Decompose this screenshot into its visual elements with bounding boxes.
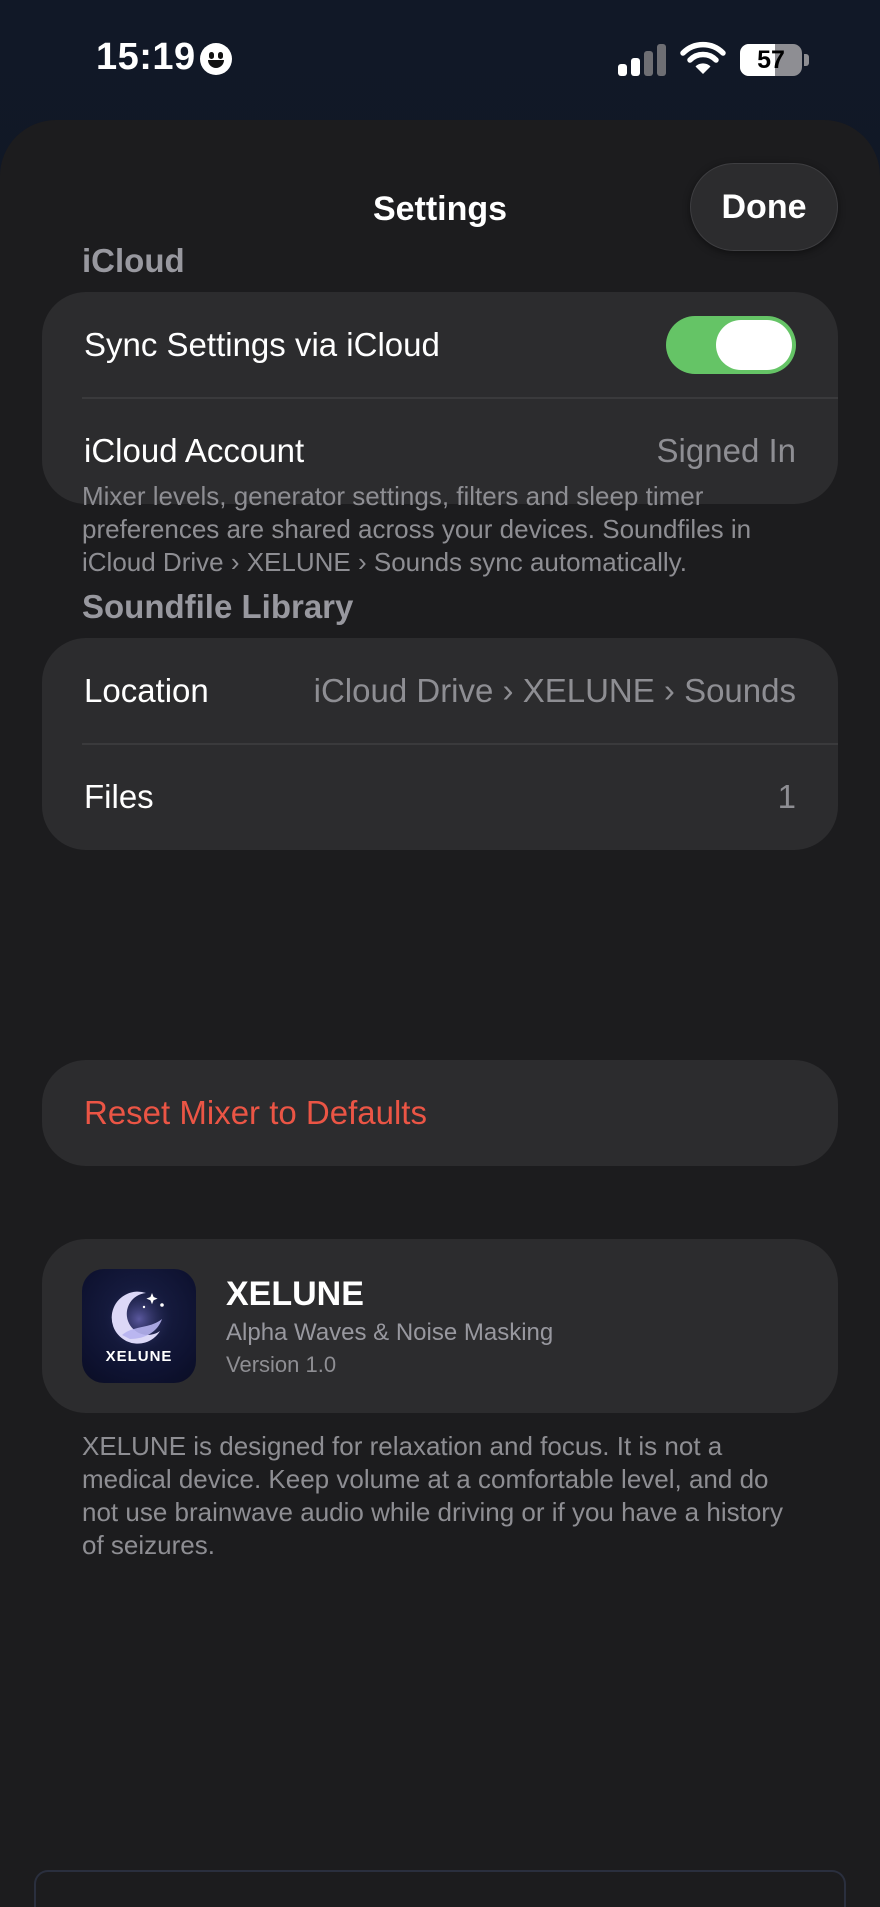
reset-mixer-button[interactable]: Reset Mixer to Defaults — [42, 1060, 838, 1166]
battery-percent: 57 — [757, 46, 785, 74]
done-button[interactable]: Done — [690, 163, 838, 251]
section-header-library: Soundfile Library — [82, 588, 354, 625]
battery-icon: 57 — [740, 44, 802, 76]
cellular-signal-icon — [618, 44, 666, 76]
settings-sheet: Settings Done iCloud Sync Settings via i… — [0, 120, 880, 1907]
moon-wave-app-icon: XELUNE — [82, 1269, 196, 1383]
status-time: 15:19 — [96, 36, 196, 78]
files-label: Files — [84, 778, 154, 815]
icloud-card: Sync Settings via iCloud iCloud Account … — [42, 292, 838, 504]
library-card: Location iCloud Drive › XELUNE › Sounds … — [42, 638, 838, 850]
icloud-account-label: iCloud Account — [84, 432, 305, 469]
reset-card: Reset Mixer to Defaults — [42, 1060, 838, 1166]
app-subtitle: Alpha Waves & Noise Masking — [226, 1319, 554, 1346]
files-value: 1 — [777, 778, 796, 815]
location-value: iCloud Drive › XELUNE › Sounds — [313, 672, 796, 709]
section-header-icloud: iCloud — [82, 242, 185, 279]
reset-mixer-label: Reset Mixer to Defaults — [84, 1094, 427, 1131]
battery-cap — [804, 54, 809, 66]
disclaimer-text: XELUNE is designed for relaxation and fo… — [82, 1431, 783, 1560]
wifi-icon — [680, 41, 726, 74]
icloud-footnote: Mixer levels, generator settings, filter… — [82, 481, 752, 577]
app-icon-wordmark: XELUNE — [105, 1348, 173, 1365]
underlying-view-edge — [34, 1870, 846, 1907]
location-row[interactable]: Location iCloud Drive › XELUNE › Sounds — [42, 638, 838, 744]
sync-settings-row: Sync Settings via iCloud — [42, 292, 838, 398]
sync-settings-label: Sync Settings via iCloud — [84, 326, 440, 363]
location-label: Location — [84, 672, 209, 709]
app-name: XELUNE — [226, 1275, 364, 1313]
toggle-knob — [716, 320, 792, 370]
smiley-icon — [200, 43, 232, 75]
files-row[interactable]: Files 1 — [42, 744, 838, 850]
icloud-account-value: Signed In — [656, 432, 796, 469]
about-card: XELUNE XELUNE Alpha Waves & Noise Maskin… — [42, 1239, 838, 1413]
sync-icloud-toggle[interactable] — [666, 316, 796, 374]
app-version: Version 1.0 — [226, 1352, 337, 1377]
status-bar: 15:19 57 — [0, 0, 880, 120]
